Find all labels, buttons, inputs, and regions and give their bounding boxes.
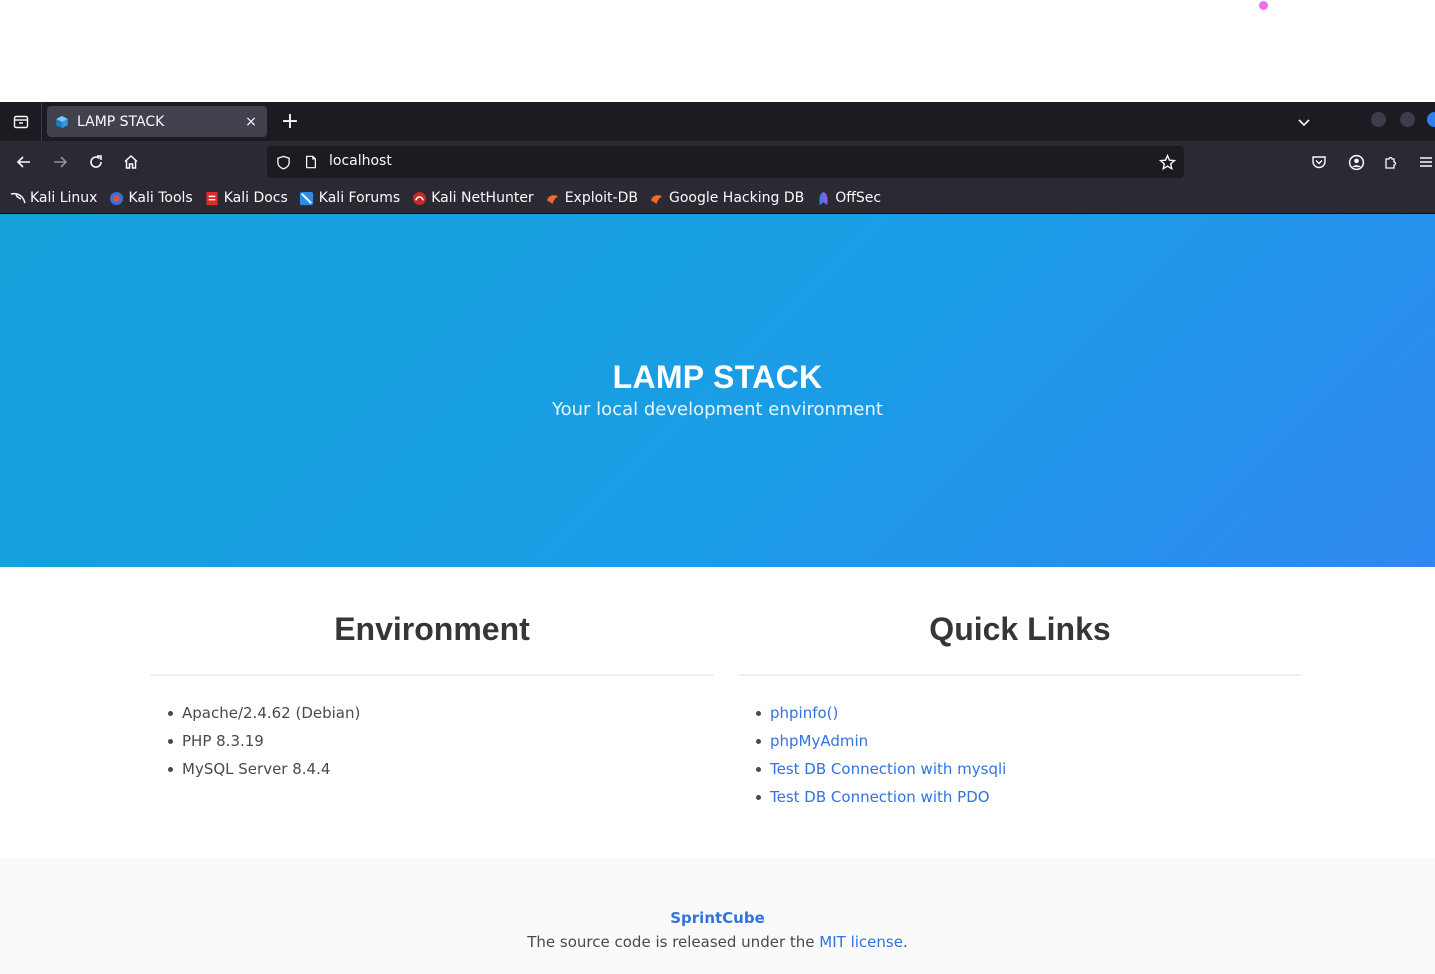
reload-button[interactable]: [84, 150, 108, 174]
account-icon: [1348, 154, 1364, 170]
minimize-window-button[interactable]: [1371, 112, 1386, 127]
firefox-view-button[interactable]: [0, 102, 42, 141]
tab-lamp-stack[interactable]: LAMP STACK ×: [47, 106, 267, 137]
tracking-protection-shield-icon[interactable]: [274, 153, 292, 171]
environment-section: Environment Apache/2.4.62 (Debian) PHP 8…: [150, 604, 714, 788]
hero-banner: LAMP STACK Your local development enviro…: [0, 214, 1435, 567]
bookmark-offsec[interactable]: OffSec: [815, 190, 881, 206]
kali-forums-icon: [299, 190, 315, 206]
chevron-down-icon: [1298, 119, 1310, 127]
forward-button[interactable]: [48, 150, 72, 174]
maximize-window-button[interactable]: [1400, 112, 1415, 127]
license-notice: The source code is released under the MI…: [0, 933, 1435, 951]
pocket-button[interactable]: [1307, 150, 1331, 174]
reload-icon: [90, 155, 102, 168]
cube-favicon-icon: [55, 114, 71, 130]
bookmark-star-icon[interactable]: [1157, 152, 1177, 172]
address-bar[interactable]: localhost: [267, 146, 1184, 178]
environment-item-mysql: MySQL Server 8.4.4: [168, 760, 714, 788]
list-all-tabs-button[interactable]: [1292, 110, 1316, 134]
kali-docs-icon: [204, 190, 220, 206]
offsec-icon: [815, 190, 831, 206]
tab-strip: LAMP STACK × +: [0, 102, 1435, 141]
bookmark-google-hacking-db[interactable]: Google Hacking DB: [649, 190, 804, 206]
hamburger-menu-icon: [1420, 157, 1432, 167]
test-pdo-link[interactable]: Test DB Connection with PDO: [770, 788, 990, 806]
home-button[interactable]: [119, 150, 143, 174]
tab-title: LAMP STACK: [77, 113, 165, 130]
environment-item-apache: Apache/2.4.62 (Debian): [168, 704, 714, 732]
license-period: .: [902, 933, 908, 951]
exploit-db-icon: [545, 190, 561, 206]
list-item: Test DB Connection with mysqli: [756, 760, 1302, 788]
firefox-view-icon: [13, 115, 28, 128]
list-item: phpMyAdmin: [756, 732, 1302, 760]
arrow-left-icon: [16, 156, 30, 168]
section-divider: [150, 674, 714, 676]
navigation-toolbar: localhost: [0, 141, 1435, 183]
content-columns: Environment Apache/2.4.62 (Debian) PHP 8…: [150, 604, 1302, 844]
notification-dot: [1259, 1, 1268, 10]
app-menu-button[interactable]: [1414, 150, 1435, 174]
arrow-right-icon: [54, 156, 68, 168]
page-footer: SprintCube The source code is released u…: [0, 857, 1435, 974]
quick-links-heading: Quick Links: [929, 611, 1111, 647]
bookmark-kali-linux[interactable]: Kali Linux: [10, 190, 97, 206]
bookmark-exploit-db[interactable]: Exploit-DB: [545, 190, 638, 206]
new-tab-button[interactable]: +: [277, 106, 303, 137]
bookmark-kali-forums[interactable]: Kali Forums: [299, 190, 400, 206]
environment-item-php: PHP 8.3.19: [168, 732, 714, 760]
close-tab-icon[interactable]: ×: [243, 114, 259, 130]
url-text[interactable]: localhost: [329, 153, 392, 169]
sprintcube-link[interactable]: SprintCube: [0, 909, 1435, 927]
mit-license-link[interactable]: MIT license: [819, 933, 903, 951]
puzzle-piece-icon: [1385, 156, 1397, 169]
quick-links-list: phpinfo() phpMyAdmin Test DB Connection …: [738, 704, 1302, 816]
section-divider: [738, 674, 1302, 676]
page-info-icon[interactable]: [302, 153, 320, 171]
extensions-button[interactable]: [1379, 150, 1403, 174]
environment-heading: Environment: [334, 611, 530, 647]
kali-nethunter-icon: [411, 190, 427, 206]
home-icon: [124, 154, 138, 169]
bookmark-kali-tools[interactable]: Kali Tools: [108, 190, 193, 206]
quick-links-section: Quick Links phpinfo() phpMyAdmin Test DB…: [738, 604, 1302, 816]
pocket-icon: [1312, 156, 1326, 169]
license-text: The source code is released under the: [527, 933, 815, 951]
bookmark-kali-docs[interactable]: Kali Docs: [204, 190, 288, 206]
bookmarks-toolbar: Kali Linux Kali Tools Kali Docs Kali For…: [0, 183, 1435, 214]
test-mysqli-link[interactable]: Test DB Connection with mysqli: [770, 760, 1006, 778]
web-page: LAMP STACK Your local development enviro…: [0, 214, 1435, 974]
hero-title: LAMP STACK: [612, 359, 823, 395]
list-item: phpinfo(): [756, 704, 1302, 732]
account-button[interactable]: [1344, 150, 1368, 174]
list-item: Test DB Connection with PDO: [756, 788, 1302, 816]
hero-subtitle: Your local development environment: [552, 399, 883, 420]
phpmyadmin-link[interactable]: phpMyAdmin: [770, 732, 868, 750]
phpinfo-link[interactable]: phpinfo(): [770, 704, 838, 722]
environment-list: Apache/2.4.62 (Debian) PHP 8.3.19 MySQL …: [150, 704, 714, 788]
desktop-background: [0, 0, 1435, 102]
kali-tools-icon: [108, 190, 124, 206]
ghdb-icon: [649, 190, 665, 206]
back-button[interactable]: [12, 150, 36, 174]
kali-dragon-icon: [10, 190, 26, 206]
close-window-button[interactable]: [1427, 112, 1435, 127]
bookmark-kali-nethunter[interactable]: Kali NetHunter: [411, 190, 534, 206]
